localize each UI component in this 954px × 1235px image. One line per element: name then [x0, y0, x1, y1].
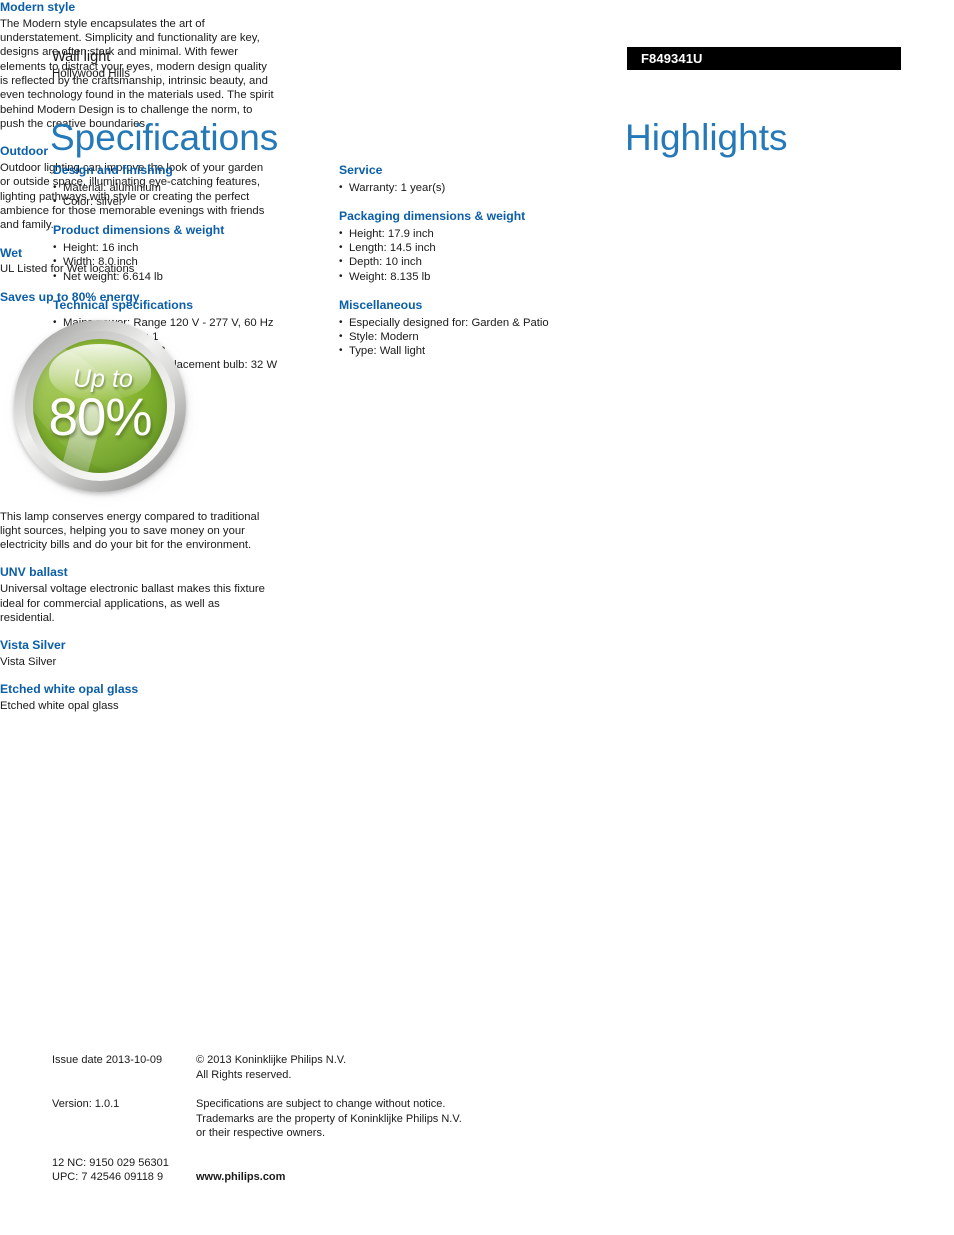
product-type: Wall light — [52, 49, 111, 65]
highlight-heading: Modern style — [0, 0, 76, 14]
spec-list: Height: 17.9 inch Length: 14.5 inch Dept… — [339, 227, 617, 284]
spec-item: Type: Wall light — [339, 344, 617, 358]
disclaimer-line: Specifications are subject to change wit… — [196, 1098, 446, 1110]
group-heading: Design and finishing — [53, 163, 173, 177]
highlight-vista-silver: Vista Silver Vista Silver — [0, 638, 276, 669]
version-label: Version: 1.0.1 — [52, 1098, 120, 1110]
disclaimer-line: or their respective owners. — [196, 1127, 325, 1139]
highlight-body: This lamp conserves energy compared to t… — [0, 510, 260, 552]
group-heading: Miscellaneous — [339, 297, 423, 312]
energy-savings-badge-icon: Up to 80% — [14, 319, 186, 492]
model-number: F849341U — [641, 51, 703, 66]
specifications-title: Specifications — [50, 116, 279, 158]
website-link[interactable]: www.philips.com — [196, 1170, 285, 1185]
issue-date: Issue date 2013-10-09 — [52, 1054, 163, 1066]
highlight-body: Etched white opal glass — [0, 700, 119, 713]
spec-item: Color: silver — [53, 195, 331, 209]
badge-text-group: Up to 80% — [14, 320, 186, 492]
spec-group-miscellaneous: Miscellaneous Especially designed for: G… — [339, 297, 617, 359]
badge-percent-label: 80% — [48, 388, 152, 448]
spec-item: Material: aluminium — [53, 181, 331, 195]
spec-item: Width: 8.0 inch — [53, 255, 331, 269]
spec-item: Height: 17.9 inch — [339, 227, 617, 241]
spec-item: Weight: 8.135 lb — [339, 270, 617, 284]
spec-item: Warranty: 1 year(s) — [339, 181, 617, 195]
spec-list: Warranty: 1 year(s) — [339, 181, 617, 195]
group-heading: Service — [339, 163, 383, 177]
highlight-heading: Etched white opal glass — [0, 682, 139, 697]
disclaimer-line: Trademarks are the property of Koninklij… — [196, 1112, 462, 1125]
spec-list: Material: aluminium Color: silver — [53, 181, 331, 210]
spec-item: Depth: 10 inch — [339, 255, 617, 269]
highlights-title: Highlights — [625, 116, 788, 158]
spec-group-product-dimensions-weight: Product dimensions & weight Height: 16 i… — [53, 223, 331, 284]
highlight-etched-white-opal-glass: Etched white opal glass Etched white opa… — [0, 682, 276, 713]
copyright-block: © 2013 Koninklijke Philips N.V. All Righ… — [196, 1053, 346, 1082]
highlight-unv-ballast: UNV ballast Universal voltage electronic… — [0, 565, 276, 625]
spec-list: Especially designed for: Garden & Patio … — [339, 316, 617, 359]
spec-group-service: Service Warranty: 1 year(s) — [339, 163, 617, 195]
group-heading: Product dimensions & weight — [53, 223, 225, 238]
document-header: Wall light Hollywood Hills — [52, 48, 472, 83]
spec-group-packaging-dimensions-weight: Packaging dimensions & weight Height: 17… — [339, 209, 617, 284]
document-footer: Issue date 2013-10-09 © 2013 Koninklijke… — [52, 1053, 912, 1185]
group-heading: Packaging dimensions & weight — [339, 209, 526, 224]
highlight-heading: Vista Silver — [0, 638, 66, 653]
spec-column-middle: Service Warranty: 1 year(s) Packaging di… — [339, 163, 617, 358]
spec-group-design-and-finishing: Design and finishing Material: aluminium… — [53, 163, 331, 209]
product-codes-block: 12 NC: 9150 029 56301 UPC: 7 42546 09118… — [52, 1156, 196, 1185]
footer-row-issue-date: Issue date 2013-10-09 © 2013 Koninklijke… — [52, 1053, 912, 1082]
spec-item: Length: 14.5 inch — [339, 241, 617, 255]
product-name: Hollywood Hills — [52, 68, 130, 81]
spec-item: Net weight: 6.614 lb — [53, 270, 331, 284]
footer-row-codes: 12 NC: 9150 029 56301 UPC: 7 42546 09118… — [52, 1156, 912, 1185]
spec-item: Height: 16 inch — [53, 241, 331, 255]
energy-badge-container: Up to 80% — [0, 314, 276, 504]
highlight-heading: UNV ballast — [0, 565, 68, 580]
group-heading: Technical specifications — [53, 297, 193, 312]
nc-code: 12 NC: 9150 029 56301 — [52, 1156, 169, 1169]
highlight-energy-savings: Saves up to 80% energy Up to 80% This la… — [0, 290, 276, 553]
highlight-body: Universal voltage electronic ballast mak… — [0, 583, 265, 624]
website-block: www.philips.com — [196, 1156, 285, 1185]
disclaimer-block: Specifications are subject to change wit… — [196, 1097, 462, 1141]
copyright-line: © 2013 Koninklijke Philips N.V. — [196, 1054, 347, 1066]
spec-list: Height: 16 inch Width: 8.0 inch Net weig… — [53, 241, 331, 284]
upc-code: UPC: 7 42546 09118 9 — [52, 1171, 164, 1183]
model-number-bar: F849341U — [627, 47, 901, 70]
spec-item: Especially designed for: Garden & Patio — [339, 316, 617, 330]
spec-item: Style: Modern — [339, 330, 617, 344]
highlight-body: Vista Silver — [0, 656, 57, 669]
highlights-column: Modern style The Modern style encapsulat… — [0, 0, 276, 714]
footer-row-version: Version: 1.0.1 Specifications are subjec… — [52, 1097, 912, 1141]
rights-reserved-line: All Rights reserved. — [196, 1068, 292, 1081]
